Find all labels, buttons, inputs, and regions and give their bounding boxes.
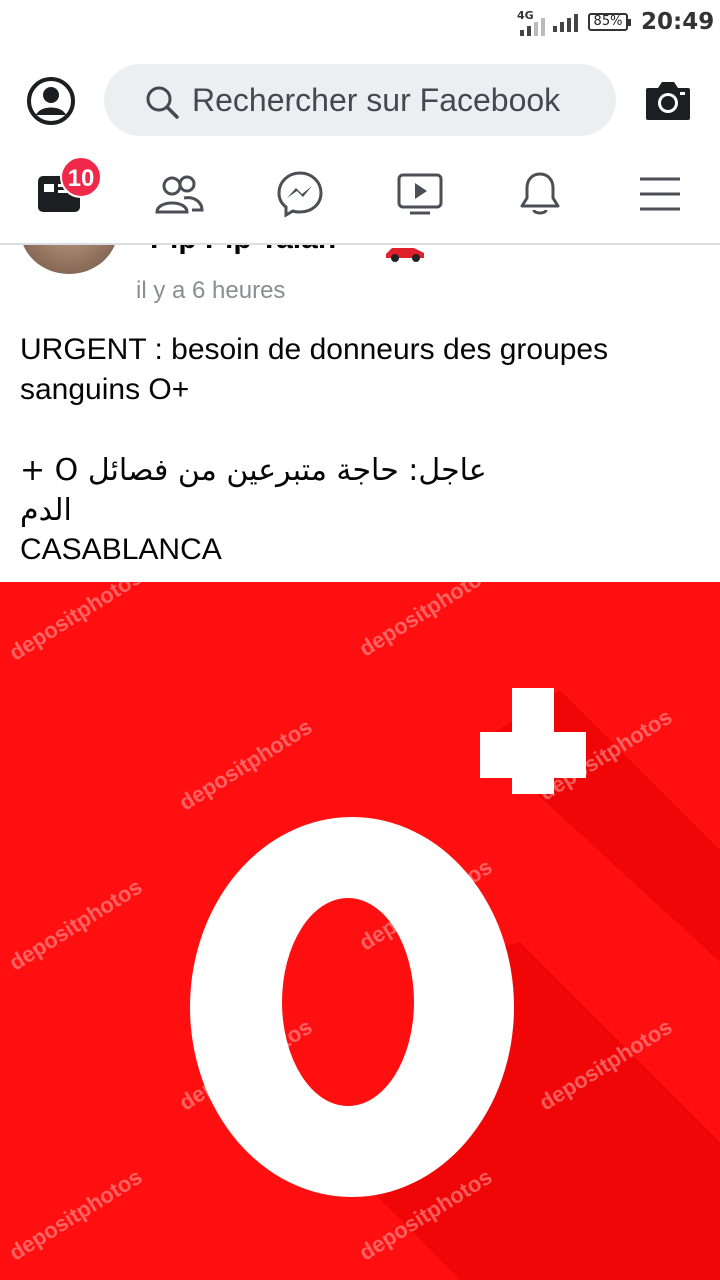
bell-icon xyxy=(518,170,562,223)
search-input[interactable]: Rechercher sur Facebook xyxy=(192,82,560,119)
video-icon xyxy=(396,172,444,221)
search-bar[interactable]: Rechercher sur Facebook xyxy=(104,64,616,136)
profile-icon[interactable] xyxy=(26,76,76,126)
tab-friends[interactable] xyxy=(124,150,234,243)
car-icon xyxy=(384,244,428,262)
messenger-icon xyxy=(276,170,324,223)
post-text-arabic: + O عاجل: حاجة متبرعين من فصائل الدم xyxy=(20,453,487,528)
friends-icon xyxy=(154,174,204,219)
camera-icon[interactable] xyxy=(644,78,692,122)
post-text-city: CASABLANCA xyxy=(20,533,222,566)
battery-indicator: 85% xyxy=(588,13,631,31)
status-bar: 4G 85% 20:49 xyxy=(0,0,720,48)
signal-icon xyxy=(520,18,545,36)
tab-notifications[interactable] xyxy=(485,150,595,243)
hamburger-menu-icon xyxy=(638,174,682,219)
signal-icon xyxy=(553,14,578,32)
clock: 20:49 xyxy=(641,9,715,35)
post-text: URGENT : besoin de donneurs des groupes … xyxy=(20,333,609,406)
search-icon xyxy=(144,84,180,120)
post-image[interactable]: depositphotos depositphotos depositphoto… xyxy=(0,582,720,1280)
notification-badge: 10 xyxy=(60,156,102,198)
tab-messenger[interactable] xyxy=(245,150,355,243)
post-timestamp[interactable]: il y a 6 heures xyxy=(136,277,285,305)
tab-watch[interactable] xyxy=(365,150,475,243)
tab-menu[interactable] xyxy=(605,150,715,243)
tab-bar xyxy=(0,150,720,245)
